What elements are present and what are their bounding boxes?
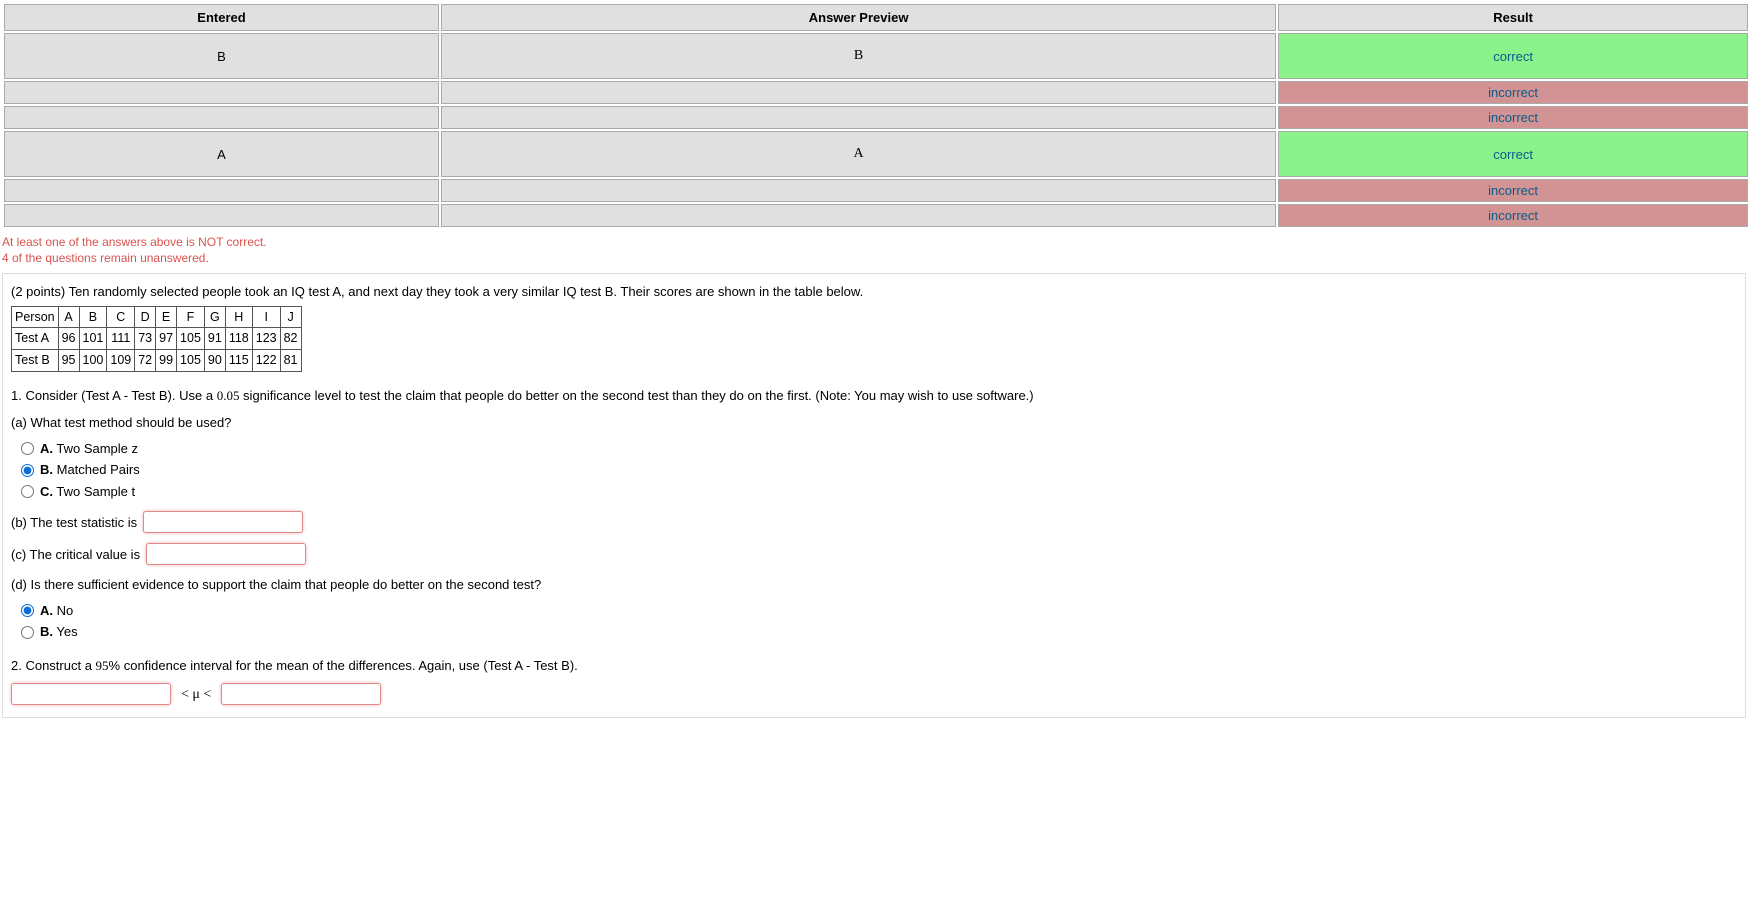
data-cell: 101 bbox=[79, 328, 107, 350]
table-row: incorrect bbox=[4, 81, 1748, 104]
cell-result: correct bbox=[1278, 33, 1748, 79]
q1-text: 1. Consider (Test A - Test B). Use a 0.0… bbox=[11, 386, 1737, 406]
choice-label: A. Two Sample z bbox=[40, 439, 138, 459]
data-cell: D bbox=[135, 306, 156, 328]
choice-row: C. Two Sample t bbox=[21, 482, 1737, 502]
data-cell: 123 bbox=[252, 328, 280, 350]
radio-q1a-a[interactable] bbox=[21, 442, 34, 455]
table-row: incorrect bbox=[4, 179, 1748, 202]
choice-label: B. Yes bbox=[40, 622, 78, 642]
data-cell: 72 bbox=[135, 350, 156, 372]
test-statistic-input[interactable] bbox=[143, 511, 303, 533]
problem-body: (2 points) Ten randomly selected people … bbox=[2, 273, 1746, 718]
cell-entered bbox=[4, 204, 439, 227]
radio-q1a-b[interactable] bbox=[21, 464, 34, 477]
data-cell: A bbox=[58, 306, 79, 328]
choice-row: B. Yes bbox=[21, 622, 1737, 642]
data-cell: 90 bbox=[204, 350, 225, 372]
data-cell: H bbox=[225, 306, 252, 328]
q1a-prompt: (a) What test method should be used? bbox=[11, 413, 1737, 433]
table-row: BBcorrect bbox=[4, 33, 1748, 79]
data-cell: I bbox=[252, 306, 280, 328]
data-cell: F bbox=[177, 306, 205, 328]
choice-row: A. Two Sample z bbox=[21, 439, 1737, 459]
q1d-choices: A. NoB. Yes bbox=[21, 601, 1737, 642]
cell-entered bbox=[4, 81, 439, 104]
choice-row: B. Matched Pairs bbox=[21, 460, 1737, 480]
choice-label: C. Two Sample t bbox=[40, 482, 135, 502]
data-cell: E bbox=[156, 306, 177, 328]
data-cell: 95 bbox=[58, 350, 79, 372]
ci-high-input[interactable] bbox=[221, 683, 381, 705]
cell-preview bbox=[441, 106, 1276, 129]
data-cell: C bbox=[107, 306, 135, 328]
row-header: Test A bbox=[12, 328, 59, 350]
ci-low-input[interactable] bbox=[11, 683, 171, 705]
cell-entered: A bbox=[4, 131, 439, 177]
data-cell: 100 bbox=[79, 350, 107, 372]
data-cell: 91 bbox=[204, 328, 225, 350]
score-table: PersonABCDEFGHIJ Test A96101111739710591… bbox=[11, 306, 302, 372]
problem-intro: (2 points) Ten randomly selected people … bbox=[11, 282, 1737, 302]
q1a-choices: A. Two Sample zB. Matched PairsC. Two Sa… bbox=[21, 439, 1737, 502]
data-cell: 118 bbox=[225, 328, 252, 350]
data-cell: 82 bbox=[280, 328, 301, 350]
table-row: incorrect bbox=[4, 204, 1748, 227]
q1c-prompt: (c) The critical value is bbox=[11, 545, 140, 565]
table-row: incorrect bbox=[4, 106, 1748, 129]
choice-label: A. No bbox=[40, 601, 73, 621]
col-entered: Entered bbox=[4, 4, 439, 31]
mu-symbol: < μ < bbox=[181, 684, 211, 705]
radio-q1d-b[interactable] bbox=[21, 626, 34, 639]
cell-preview bbox=[441, 179, 1276, 202]
critical-value-input[interactable] bbox=[146, 543, 306, 565]
cell-result: incorrect bbox=[1278, 81, 1748, 104]
data-cell: 122 bbox=[252, 350, 280, 372]
cell-result: correct bbox=[1278, 131, 1748, 177]
choice-label: B. Matched Pairs bbox=[40, 460, 140, 480]
choice-row: A. No bbox=[21, 601, 1737, 621]
col-preview: Answer Preview bbox=[441, 4, 1276, 31]
radio-q1d-a[interactable] bbox=[21, 604, 34, 617]
warning-incorrect: At least one of the answers above is NOT… bbox=[2, 235, 1748, 249]
data-cell: 81 bbox=[280, 350, 301, 372]
cell-preview: A bbox=[441, 131, 1276, 177]
radio-q1a-c[interactable] bbox=[21, 485, 34, 498]
table-row: AAcorrect bbox=[4, 131, 1748, 177]
data-cell: 97 bbox=[156, 328, 177, 350]
row-header: Person bbox=[12, 306, 59, 328]
cell-result: incorrect bbox=[1278, 106, 1748, 129]
cell-entered: B bbox=[4, 33, 439, 79]
data-cell: 96 bbox=[58, 328, 79, 350]
row-header: Test B bbox=[12, 350, 59, 372]
cell-entered bbox=[4, 179, 439, 202]
results-table: Entered Answer Preview Result BBcorrecti… bbox=[2, 2, 1748, 229]
cell-preview bbox=[441, 81, 1276, 104]
cell-preview: B bbox=[441, 33, 1276, 79]
cell-entered bbox=[4, 106, 439, 129]
data-cell: 111 bbox=[107, 328, 135, 350]
data-cell: 105 bbox=[177, 328, 205, 350]
data-cell: 73 bbox=[135, 328, 156, 350]
col-result: Result bbox=[1278, 4, 1748, 31]
data-cell: 115 bbox=[225, 350, 252, 372]
cell-preview bbox=[441, 204, 1276, 227]
data-cell: 109 bbox=[107, 350, 135, 372]
cell-result: incorrect bbox=[1278, 204, 1748, 227]
warning-unanswered: 4 of the questions remain unanswered. bbox=[2, 251, 1748, 265]
q2-text: 2. Construct a 95% confidence interval f… bbox=[11, 656, 1737, 676]
data-cell: 105 bbox=[177, 350, 205, 372]
cell-result: incorrect bbox=[1278, 179, 1748, 202]
data-cell: B bbox=[79, 306, 107, 328]
q1d-prompt: (d) Is there sufficient evidence to supp… bbox=[11, 575, 1737, 595]
data-cell: 99 bbox=[156, 350, 177, 372]
q1b-prompt: (b) The test statistic is bbox=[11, 513, 137, 533]
data-cell: J bbox=[280, 306, 301, 328]
data-cell: G bbox=[204, 306, 225, 328]
